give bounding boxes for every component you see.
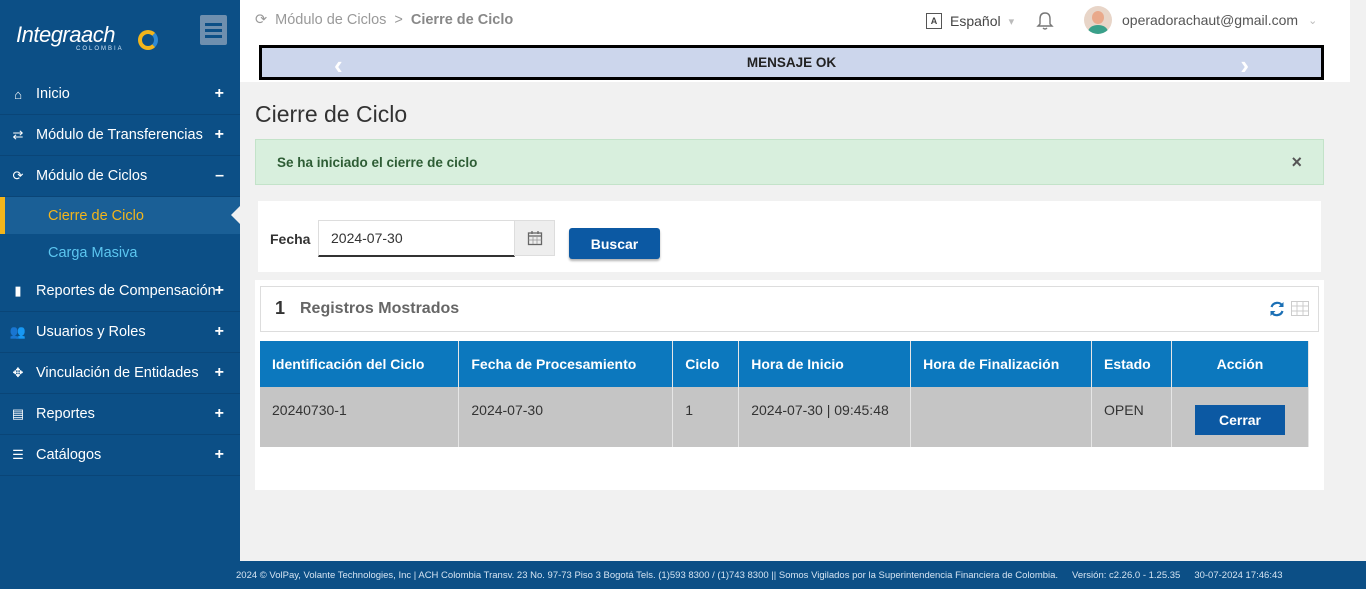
date-label: Fecha [270,231,311,247]
message-banner-text: MENSAJE OK [746,55,837,70]
sidebar-item-label: Vinculación de Entidades [36,365,199,381]
records-count-bar: 1 Registros Mostrados [260,286,1319,332]
refresh-icon[interactable] [1268,300,1286,318]
column-header[interactable]: Ciclo [672,341,740,387]
transfer-icon: ⇄ [12,127,24,142]
expand-icon: + [214,405,224,422]
close-icon[interactable]: × [1291,152,1302,173]
table-row: 20240730-1 2024-07-30 1 2024-07-30 | 09:… [260,387,1310,447]
sidebar-item-label: Catálogos [36,447,102,463]
logo-subtext: COLOMBIA [76,46,124,52]
records-count-label: Registros Mostrados [300,300,460,317]
search-button[interactable]: Buscar [569,228,660,259]
avatar [1084,6,1112,34]
breadcrumb-separator: > [394,12,403,28]
cell-processing-date: 2024-07-30 [458,387,674,447]
cell-cycle: 1 [672,387,740,447]
column-header[interactable]: Hora de Inicio [738,341,912,387]
sidebar-subitem-carga-masiva[interactable]: Carga Masiva [0,234,240,271]
list-icon: ☰ [12,447,24,462]
chevron-down-icon: ⌄ [1308,14,1318,27]
logo-ring-icon [138,30,158,50]
integraach-logo[interactable]: Integraach COLOMBIA [16,22,158,58]
page-title: Cierre de Ciclo [255,101,408,127]
sidebar-item-usuarios-roles[interactable]: 👥 Usuarios y Roles + [0,312,240,353]
sidebar-item-label: Módulo de Ciclos [36,168,148,184]
cell-end-time [910,387,1092,447]
sidebar-item-catalogos[interactable]: ☰ Catálogos + [0,435,240,476]
expand-icon: + [214,126,224,143]
sidebar-item-label: Usuarios y Roles [36,324,146,340]
top-bar: ⟳ Módulo de Ciclos > Cierre de Ciclo A E… [240,0,1350,82]
refresh-icon: ⟳ [12,168,24,183]
filter-panel: Fecha Buscar [258,201,1321,272]
language-label: Español [950,13,1001,29]
date-input[interactable] [318,220,515,257]
sidebar-item-inicio[interactable]: ⌂ Inicio + [0,74,240,115]
collapse-icon: – [215,167,224,184]
expand-icon: + [214,364,224,381]
sidebar-item-reportes[interactable]: ▤ Reportes + [0,394,240,435]
document-icon: ▤ [11,406,25,421]
footer-datetime: 30-07-2024 17:46:43 [1194,569,1283,581]
user-email: operadorachaut@gmail.com [1122,12,1299,28]
sidebar-item-label: Reportes de Compensación [36,283,216,299]
footer-copyright: 2024 © VolPay, Volante Technologies, Inc… [236,569,1059,581]
alert-text: Se ha iniciado el cierre de ciclo [277,154,478,170]
footer: 2024 © VolPay, Volante Technologies, Inc… [0,561,1366,589]
cycles-table: Identificación del Ciclo Fecha de Proces… [260,341,1310,447]
chevron-left-icon[interactable]: ‹ [334,50,343,81]
sidebar-item-label: Inicio [36,86,70,102]
breadcrumb: ⟳ Módulo de Ciclos > Cierre de Ciclo [255,12,513,28]
sidebar-subitem-cierre-de-ciclo[interactable]: Cierre de Ciclo [0,197,241,234]
chevron-right-icon[interactable]: › [1240,50,1249,81]
column-header[interactable]: Fecha de Procesamiento [458,341,674,387]
cell-status: OPEN [1091,387,1172,447]
expand-icon: + [214,323,224,340]
expand-icon: + [214,446,224,463]
refresh-icon: ⟳ [255,12,268,28]
users-icon: 👥 [9,324,27,339]
menu-toggle-button[interactable] [200,15,227,45]
crosshair-icon: ✥ [12,365,24,380]
expand-icon: + [214,282,224,299]
expand-icon: + [214,85,224,102]
breadcrumb-parent-link[interactable]: Módulo de Ciclos [275,12,386,28]
results-panel: 1 Registros Mostrados Identificación del… [255,280,1324,490]
message-banner: ‹ MENSAJE OK › [259,45,1324,80]
chevron-down-icon: ▾ [1008,15,1015,28]
breadcrumb-current: Cierre de Ciclo [410,12,514,28]
sidebar-item-transferencias[interactable]: ⇄ Módulo de Transferencias + [0,115,240,156]
column-header[interactable]: Estado [1091,341,1172,387]
user-menu[interactable]: operadorachaut@gmail.com ⌄ [1084,6,1317,34]
calendar-button[interactable] [514,220,555,256]
calendar-icon [527,231,542,246]
home-icon: ⌂ [14,86,22,102]
sidebar-item-vinculacion[interactable]: ✥ Vinculación de Entidades + [0,353,240,394]
cell-action: Cerrar [1171,387,1310,447]
cell-start-time: 2024-07-30 | 09:45:48 [738,387,912,447]
sidebar-item-label: Módulo de Transferencias [36,127,203,143]
sidebar: Integraach COLOMBIA ⌂ Inicio + ⇄ Módulo … [0,0,241,561]
sidebar-item-reportes-compensacion[interactable]: ▮ Reportes de Compensación + [0,271,240,312]
table-header-row: Identificación del Ciclo Fecha de Proces… [260,341,1310,387]
bell-icon[interactable] [1036,11,1054,31]
translate-icon: A [926,13,942,29]
language-selector[interactable]: A Español ▾ [926,13,1014,29]
table-view-icon[interactable] [1291,301,1309,316]
footer-version: Versión: c2.26.0 - 1.25.35 [1072,569,1181,581]
column-header[interactable]: Hora de Finalización [910,341,1092,387]
sidebar-item-ciclos[interactable]: ⟳ Módulo de Ciclos – [0,156,240,197]
success-alert: Se ha iniciado el cierre de ciclo × [255,139,1324,185]
column-header: Acción [1171,341,1310,387]
sidebar-menu: ⌂ Inicio + ⇄ Módulo de Transferencias + … [0,74,241,476]
column-header[interactable]: Identificación del Ciclo [260,341,460,387]
sidebar-item-label: Reportes [36,406,95,422]
logo-text: Integraach [16,22,115,47]
records-count: 1 [275,298,286,318]
cell-cycle-id: 20240730-1 [260,387,460,447]
file-icon: ▮ [14,283,22,298]
close-cycle-button[interactable]: Cerrar [1194,405,1285,435]
